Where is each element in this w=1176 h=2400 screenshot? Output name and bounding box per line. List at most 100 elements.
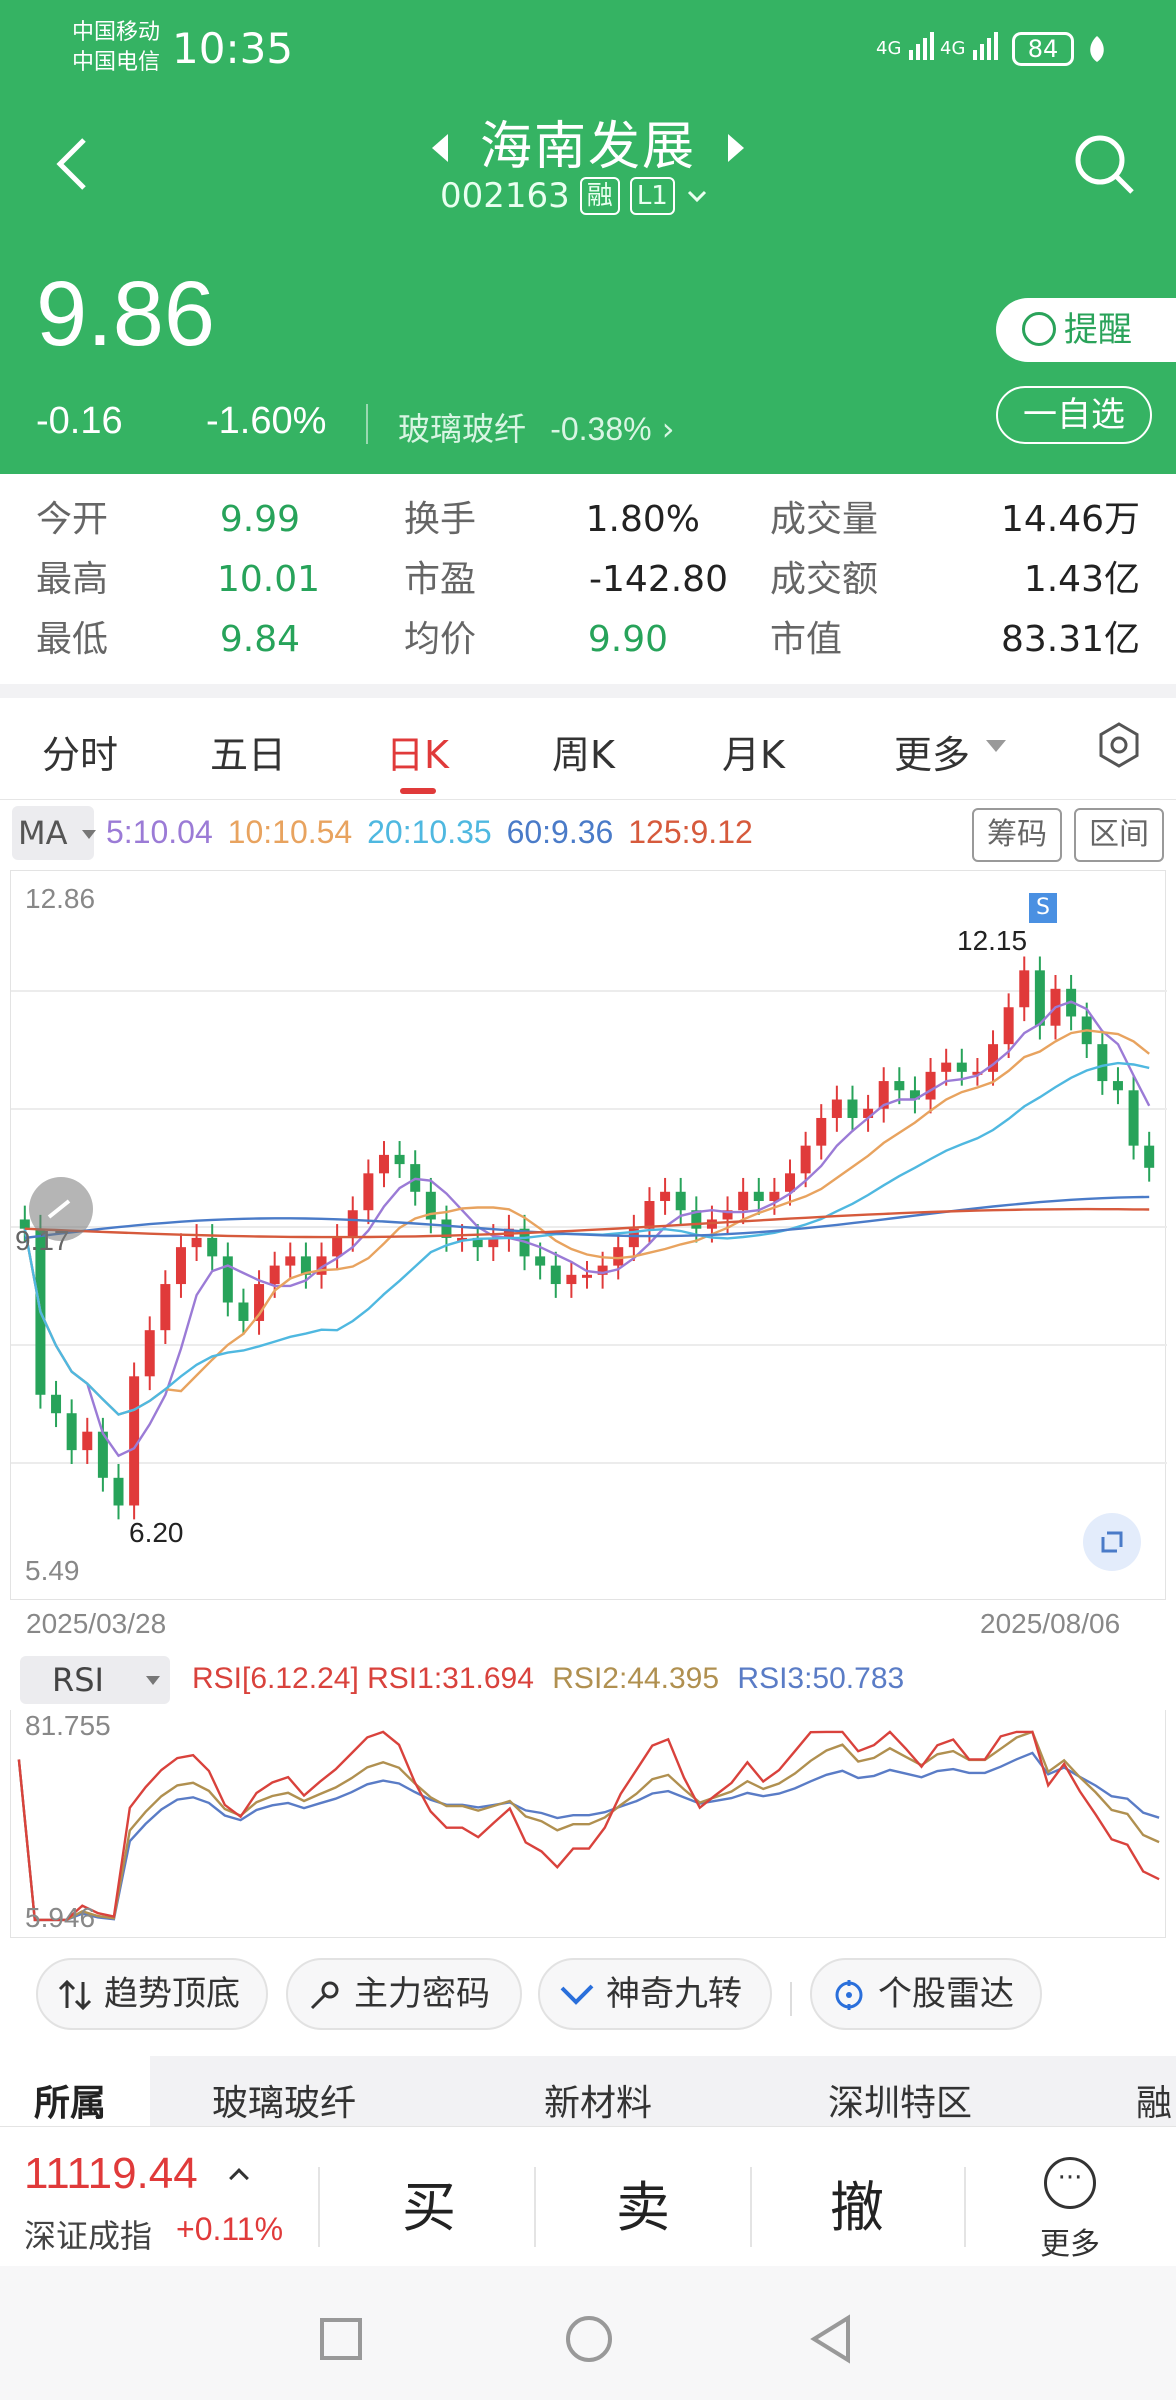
- candle-body: [785, 1173, 796, 1192]
- buy-button[interactable]: 买: [402, 2163, 456, 2242]
- tab-weekly-k[interactable]: 周K: [552, 724, 615, 779]
- fullscreen-button[interactable]: [1083, 1513, 1141, 1571]
- recent-apps-icon[interactable]: [318, 2316, 364, 2362]
- candle-body: [1128, 1090, 1139, 1146]
- candle-body: [175, 1247, 186, 1285]
- stat-label: 换手: [404, 499, 477, 540]
- candle-body: [566, 1274, 577, 1285]
- sell-signal-marker[interactable]: S: [1029, 893, 1057, 923]
- ma60-value: 60:9.36: [506, 814, 614, 850]
- signal-bars-icon: [973, 32, 999, 60]
- stat-label: 今开: [36, 499, 109, 540]
- quote-header: 中国移动 中国电信 10:35 4G 4G 84 海南发展 002163 融 L…: [0, 0, 1176, 474]
- rsi-chart[interactable]: 81.755 5.946: [10, 1710, 1166, 1938]
- stock-code: 002163: [440, 176, 570, 216]
- candle-body: [535, 1256, 546, 1266]
- tab-more[interactable]: 更多: [894, 724, 970, 779]
- tab-monthly-k[interactable]: 月K: [722, 724, 785, 779]
- candle-body: [831, 1099, 842, 1118]
- stat-value: 10.01: [216, 559, 320, 600]
- stat-label: 成交额: [770, 559, 879, 600]
- tab-daily-k[interactable]: 日K: [386, 724, 449, 779]
- rsi-values: RSI[6.12.24] RSI1:31.694 RSI2:44.395 RSI…: [192, 1662, 904, 1696]
- rsi-svg: [17, 1730, 1160, 1922]
- stock-title-row: 海南发展: [0, 104, 1176, 179]
- rsi-bottom-label: 5.946: [25, 1902, 96, 1933]
- home-icon[interactable]: [564, 2314, 614, 2364]
- candle-body: [675, 1191, 686, 1211]
- sector-name: 玻璃玻纤: [398, 410, 527, 448]
- kline-chart[interactable]: 12.86 5.49 9.17 12.15 6.20 S: [10, 870, 1167, 1600]
- ma10-value: 10:10.54: [227, 814, 353, 850]
- gear-icon[interactable]: [1096, 722, 1142, 768]
- margin-tag: 融: [579, 177, 620, 215]
- net-type-2: 4G: [940, 38, 966, 59]
- rsi-selector[interactable]: RSI: [20, 1656, 170, 1704]
- stock-name: 海南发展: [479, 117, 696, 177]
- range-button[interactable]: 区间: [1074, 808, 1164, 862]
- price-change-pct: -1.60%: [206, 400, 327, 442]
- concept-tag[interactable]: 融: [1136, 2074, 1172, 2126]
- rsi1-value: RSI1:31.694: [367, 1662, 534, 1695]
- cancel-order-button[interactable]: 撤: [830, 2163, 884, 2242]
- tab-intraday[interactable]: 分时: [42, 724, 118, 779]
- rsi-params: RSI[6.12.24]: [192, 1662, 359, 1695]
- candle-body: [894, 1081, 905, 1091]
- section-divider: [0, 684, 1176, 698]
- rsi-label: RSI: [52, 1661, 104, 1699]
- magic-nine-button[interactable]: 神奇九转: [538, 1958, 772, 2030]
- divider: [366, 404, 368, 444]
- expand-icon: [1101, 1531, 1123, 1553]
- ma-indicator-row: MA 5:10.04 10:10.54 20:10.35 60:9.36 125…: [0, 804, 1176, 866]
- chevron-right-icon: ›: [661, 410, 675, 448]
- candle-body: [847, 1099, 858, 1118]
- stock-code-row[interactable]: 002163 融 L1: [440, 176, 709, 216]
- trend-top-bottom-button[interactable]: 趋势顶底: [36, 1958, 268, 2030]
- sector-link[interactable]: 玻璃玻纤 -0.38% ›: [398, 404, 675, 450]
- caret-down-icon: [146, 1676, 160, 1685]
- candle-body: [925, 1071, 936, 1100]
- rsi2-value: RSI2:44.395: [552, 1662, 720, 1695]
- remind-button[interactable]: 提醒: [996, 298, 1176, 362]
- candle-body: [191, 1237, 202, 1248]
- main-force-code-button[interactable]: 主力密码: [286, 1958, 522, 2030]
- concept-tag[interactable]: 玻璃玻纤: [212, 2074, 356, 2126]
- candle-body: [238, 1302, 249, 1321]
- stock-radar-button[interactable]: 个股雷达: [810, 1958, 1042, 2030]
- sector-pct: -0.38%: [550, 411, 652, 447]
- tool-label: 趋势顶底: [104, 1974, 240, 2014]
- chips-button[interactable]: 筹码: [972, 808, 1062, 862]
- index-name: 深证成指: [24, 2217, 153, 2255]
- candle-body: [1003, 1007, 1014, 1045]
- ma125-line: [24, 1207, 1150, 1239]
- tab-five-day[interactable]: 五日: [210, 724, 286, 779]
- collapse-side-button[interactable]: [29, 1177, 93, 1241]
- stat-value: 9.84: [219, 619, 300, 660]
- chevron-down-icon: [687, 190, 706, 203]
- concept-header: 所属: [0, 2056, 150, 2126]
- stat-label: 均价: [404, 619, 477, 660]
- rsi1-line: [17, 1730, 1160, 1922]
- concept-tag[interactable]: 新材料: [544, 2074, 652, 2126]
- add-watchlist-button[interactable]: 一自选: [996, 386, 1152, 444]
- carrier-2: 中国电信: [72, 50, 161, 75]
- candle-body: [816, 1117, 827, 1146]
- end-date: 2025/08/06: [980, 1608, 1121, 1639]
- key-icon: [310, 1981, 339, 2010]
- candle-body: [644, 1201, 655, 1229]
- concept-tag[interactable]: 深圳特区: [828, 2074, 972, 2126]
- rsi3-value: RSI3:50.783: [737, 1662, 905, 1695]
- next-stock-arrow-icon[interactable]: [728, 134, 744, 162]
- candle-body: [269, 1265, 280, 1285]
- ma-selector[interactable]: MA: [12, 806, 96, 860]
- caret-up-icon: [229, 2168, 249, 2188]
- stat-label: 最低: [36, 619, 109, 660]
- candle-body: [660, 1191, 671, 1202]
- search-icon[interactable]: [1070, 130, 1140, 200]
- level-tag: L1: [629, 177, 675, 215]
- back-nav-icon[interactable]: [808, 2314, 854, 2364]
- stat-value: 1.80%: [585, 499, 700, 540]
- signal-icon-2: 4G: [940, 32, 1001, 62]
- sell-button[interactable]: 卖: [616, 2163, 670, 2242]
- carrier-labels: 中国移动 中国电信: [72, 18, 160, 78]
